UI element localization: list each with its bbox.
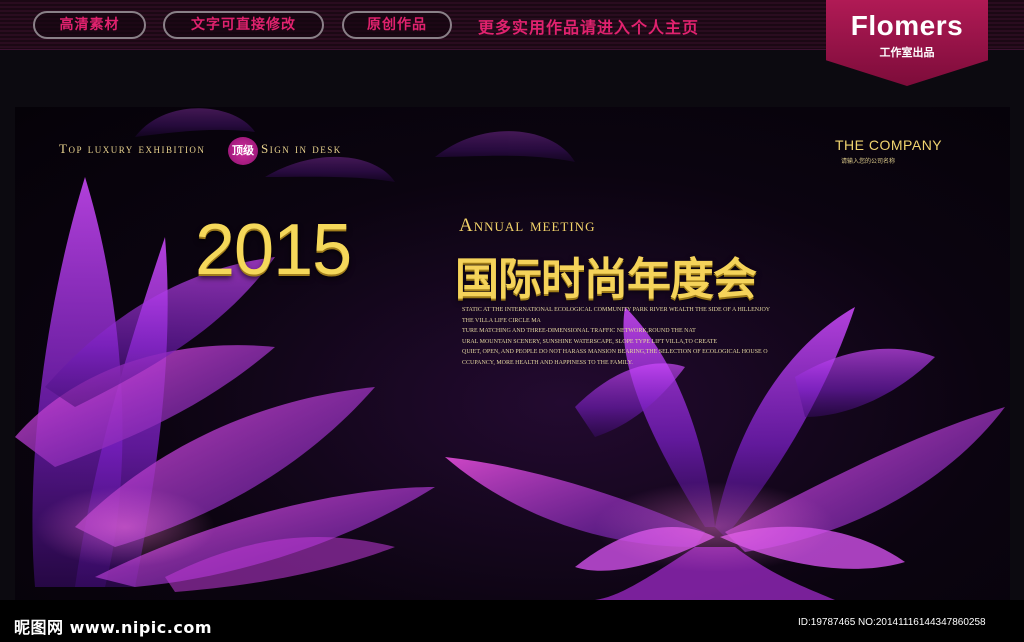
year-heading: 2015 <box>195 210 352 290</box>
description-line: CCUPANCY, MORE HEALTH AND HAPPINESS TO T… <box>462 359 633 366</box>
main-title: 国际时尚年度会 <box>455 254 757 305</box>
description-line: QUIET, OPEN, AND PEOPLE DO NOT HARASS MA… <box>462 349 768 355</box>
poster-artwork: Top luxury exhibition 顶级 Sign in desk TH… <box>15 107 1010 600</box>
description-line: URAL MOUNTAIN SCENERY, SUNSHINE WATERSCA… <box>462 338 717 345</box>
pill-editable-text[interactable]: 文字可直接修改 <box>163 11 324 39</box>
tagline-right: Sign in desk <box>261 141 342 156</box>
top-grade-badge: 顶级 <box>228 137 258 165</box>
pill-hd-material[interactable]: 高清素材 <box>33 11 146 39</box>
site-watermark: 昵图网 www.nipic.com <box>14 618 212 637</box>
description-line: THE VILLA LIFE CIRCLE MA <box>462 317 541 324</box>
footer-bar: 昵图网 www.nipic.com ID:19787465 NO:2014111… <box>0 600 1024 642</box>
description-block: STATIC AT THE INTERNATIONAL ECOLOGICAL C… <box>462 305 862 368</box>
brand-badge[interactable]: Flomers 工作室出品 <box>826 0 988 86</box>
description-line: STATIC AT THE INTERNATIONAL ECOLOGICAL C… <box>462 307 771 313</box>
brand-subtitle: 工作室出品 <box>879 46 935 59</box>
company-name-hint: 请输入您的公司名称 <box>841 158 896 165</box>
description-line: TURE MATCHING AND THREE-DIMENSIONAL TRAF… <box>462 328 696 334</box>
pill-original-work[interactable]: 原创作品 <box>342 11 452 39</box>
brand-name: Flomers <box>850 10 964 41</box>
company-name: THE COMPANY <box>835 137 943 153</box>
image-id-line: ID:19787465 NO:20141116144347860258 <box>798 617 986 628</box>
tagline-left: Top luxury exhibition <box>59 141 206 156</box>
annual-meeting-heading: Annual meeting <box>459 215 596 236</box>
promo-link[interactable]: 更多实用作品请进入个人主页 <box>478 14 699 38</box>
